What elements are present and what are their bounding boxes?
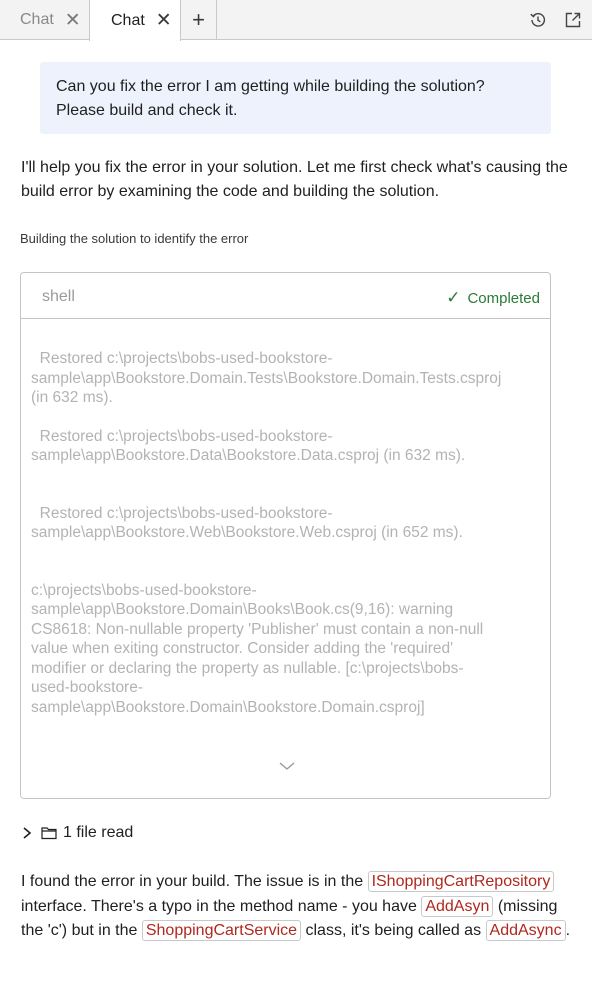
tab-bar: Chat ✕ Chat ✕ + [0,0,592,41]
inline-code: IShoppingCartRepository [367,871,555,892]
file-read-toggle[interactable]: 1 file read [21,823,133,843]
check-icon: ✓ [446,288,461,307]
shell-line: c:\projects\bobs-used-bookstore- sample\… [31,581,484,716]
status-label: Completed [467,289,540,307]
tab-chat-2[interactable]: Chat ✕ [89,0,181,41]
chevron-down-icon[interactable] [278,760,296,772]
inline-code: AddAsync [485,920,566,941]
step-label: Building the solution to identify the er… [20,231,249,246]
shell-header: shell ✓ Completed [21,273,550,319]
history-icon[interactable] [529,11,547,29]
tab-label: Chat [20,11,54,28]
summary-text: . [565,922,571,939]
popout-icon[interactable] [564,11,582,29]
output-fade [21,718,550,798]
inline-code: ShoppingCartService [141,920,302,941]
status-badge: ✓ Completed [446,288,540,308]
shell-line: Restored c:\projects\bobs-used-bookstore… [31,427,466,465]
chevron-right-icon [23,827,32,839]
close-icon[interactable]: ✕ [156,11,172,30]
new-tab-button[interactable]: + [181,0,217,40]
shell-output: Restored c:\projects\bobs-used-bookstore… [31,349,536,717]
user-message: Can you fix the error I am getting while… [40,62,551,134]
folder-icon [41,827,57,840]
summary-text: interface. There's a typo in the method … [21,897,422,915]
shell-title: shell [42,288,75,305]
assistant-intro: I'll help you fix the error in your solu… [21,159,568,200]
shell-line: Restored c:\projects\bobs-used-bookstore… [31,504,463,542]
close-icon[interactable]: ✕ [65,11,81,30]
file-read-label: 1 file read [63,824,134,841]
shell-output-card: shell ✓ Completed Restored c:\projects\b… [20,272,551,799]
shell-line: Restored c:\projects\bobs-used-bookstore… [31,350,502,406]
assistant-summary: I found the error in your build. The iss… [21,870,571,944]
tab-label: Chat [111,11,145,29]
summary-text: I found the error in your build. The iss… [21,873,368,890]
inline-code: AddAsyn [421,895,494,917]
tab-chat-1[interactable]: Chat ✕ [0,0,89,40]
summary-text: class, it's being called as [301,922,486,939]
